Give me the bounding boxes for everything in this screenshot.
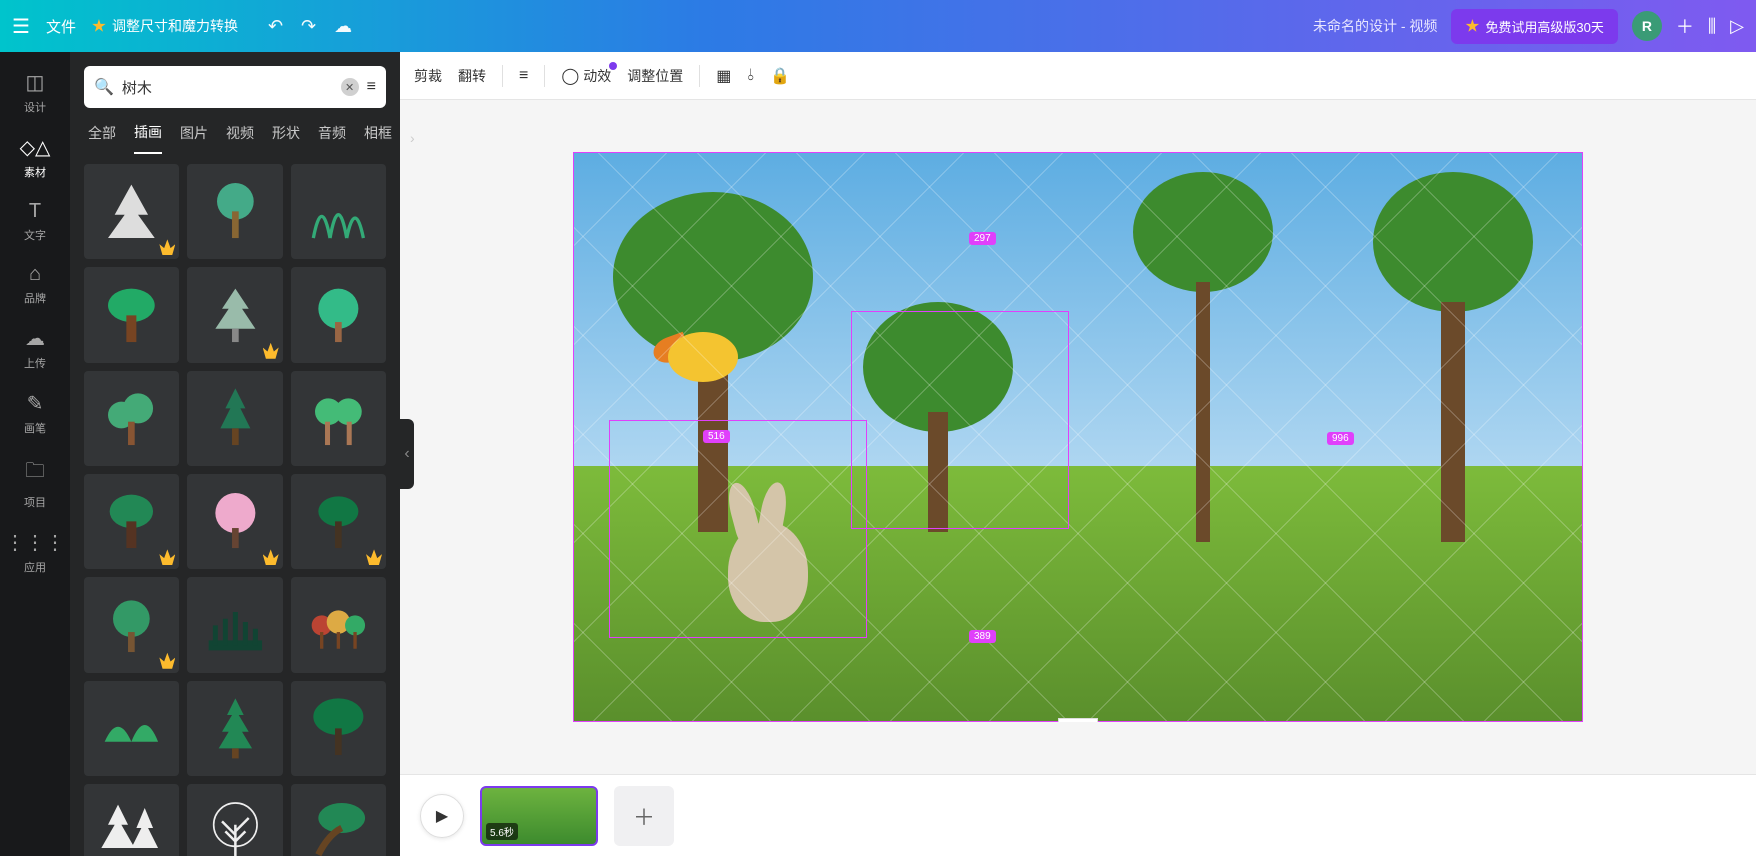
add-page-button[interactable]: ＋ — [614, 786, 674, 846]
asset-tree-item[interactable] — [187, 784, 282, 856]
analytics-icon[interactable]: ⫼ — [1708, 16, 1716, 37]
tab-frame[interactable]: 相框 — [364, 123, 392, 153]
top-navbar: ☰ 文件 调整尺寸和魔力转换 ↶ ↷ ☁ 未命名的设计 - 视频 免费试用高级版… — [0, 0, 1756, 52]
transparency-icon[interactable]: ▦ — [716, 66, 731, 86]
separator — [502, 65, 503, 87]
separator — [544, 65, 545, 87]
template-icon: ◫ — [26, 70, 45, 95]
asset-tree-item[interactable] — [187, 681, 282, 776]
tab-shape[interactable]: 形状 — [272, 123, 300, 153]
expand-pages-icon[interactable]: ⌄ — [1058, 718, 1098, 722]
rail-brand[interactable]: ⌂品牌 — [0, 253, 70, 316]
folder-icon: 🗀 — [25, 456, 45, 490]
upgrade-label: 免费试用高级版30天 — [1485, 17, 1603, 36]
upload-icon: ☁ — [25, 326, 45, 351]
design-title[interactable]: 未命名的设计 - 视频 — [1313, 16, 1437, 36]
rail-apps[interactable]: ⋮⋮⋮应用 — [0, 520, 70, 585]
cloud-sync-icon[interactable]: ☁ — [334, 16, 352, 37]
search-icon: 🔍 — [94, 77, 114, 97]
asset-tree-item[interactable] — [291, 474, 386, 569]
copy-style-icon[interactable]: ⫰ — [747, 67, 754, 85]
separator — [699, 65, 700, 87]
asset-tree-item[interactable] — [84, 164, 179, 259]
search-box: 🔍 ✕ ≡ — [84, 66, 386, 108]
align-icon[interactable]: ≡ — [519, 67, 528, 85]
asset-tree-item[interactable] — [84, 784, 179, 856]
side-panel: 🔍 ✕ ≡ 全部 插画 图片 视频 形状 音频 相框 › ‹ — [70, 52, 400, 856]
brand-icon: ⌂ — [29, 263, 41, 286]
rail-text[interactable]: T文字 — [0, 190, 70, 253]
asset-tree-item[interactable] — [84, 371, 179, 466]
filter-icon[interactable]: ≡ — [367, 78, 376, 96]
asset-tree-item[interactable] — [187, 164, 282, 259]
file-menu[interactable]: 文件 — [46, 16, 76, 37]
effects-icon: ◯ — [561, 66, 579, 86]
asset-tree-item[interactable] — [291, 681, 386, 776]
asset-tree-item[interactable] — [291, 371, 386, 466]
rail-design[interactable]: ◫设计 — [0, 60, 70, 125]
selection-box[interactable] — [609, 420, 867, 638]
asset-tree-item[interactable] — [84, 267, 179, 362]
rail-projects[interactable]: 🗀项目 — [0, 446, 70, 520]
shapes-icon: ◇△ — [20, 135, 51, 160]
crown-icon — [92, 19, 106, 33]
guide-label: 996 — [1327, 432, 1354, 445]
present-icon[interactable]: ▷ — [1730, 16, 1744, 37]
rail-draw[interactable]: ✎画笔 — [0, 381, 70, 446]
canvas[interactable]: 297 516 996 389 ⌄ ▾▴ — [573, 152, 1583, 722]
rail-upload[interactable]: ☁上传 — [0, 316, 70, 381]
tab-illustration[interactable]: 插画 — [134, 122, 162, 154]
tab-video[interactable]: 视频 — [226, 123, 254, 153]
asset-tree-item[interactable] — [84, 577, 179, 672]
left-rail: ◫设计 ◇△素材 T文字 ⌂品牌 ☁上传 ✎画笔 🗀项目 ⋮⋮⋮应用 — [0, 52, 70, 856]
canvas-area: 剪裁 翻转 ≡ ◯ 动效 调整位置 ▦ ⫰ 🔒 — [400, 52, 1756, 856]
undo-icon[interactable]: ↶ — [268, 16, 283, 37]
asset-tree-item[interactable] — [291, 784, 386, 856]
play-button[interactable]: ▶ — [420, 794, 464, 838]
crop-button[interactable]: 剪裁 — [414, 66, 442, 86]
resize-magic-button[interactable]: 调整尺寸和魔力转换 — [92, 16, 238, 36]
guide-label: 389 — [969, 630, 996, 643]
lock-icon[interactable]: 🔒 — [770, 66, 790, 86]
pencil-icon: ✎ — [27, 391, 44, 416]
hamburger-icon[interactable]: ☰ — [12, 14, 30, 39]
user-avatar[interactable]: R — [1632, 11, 1662, 41]
asset-tree-item[interactable] — [291, 267, 386, 362]
selection-box[interactable] — [851, 311, 1069, 529]
position-button[interactable]: 调整位置 — [627, 66, 683, 86]
tab-audio[interactable]: 音频 — [318, 123, 346, 153]
asset-tree-item[interactable] — [187, 577, 282, 672]
asset-grid — [70, 154, 400, 856]
clear-search-icon[interactable]: ✕ — [341, 78, 359, 96]
context-toolbar: 剪裁 翻转 ≡ ◯ 动效 调整位置 ▦ ⫰ 🔒 — [400, 52, 1756, 100]
asset-tree-item[interactable] — [187, 371, 282, 466]
apps-icon: ⋮⋮⋮ — [5, 530, 65, 555]
effects-button[interactable]: ◯ 动效 — [561, 66, 611, 86]
redo-icon[interactable]: ↷ — [301, 16, 316, 37]
page-thumbnail[interactable]: 5.6秒 — [480, 786, 598, 846]
text-icon: T — [29, 200, 41, 223]
guide-label: 297 — [969, 232, 996, 245]
effects-dot-indicator — [609, 62, 617, 70]
asset-tree-item[interactable] — [291, 577, 386, 672]
asset-tree-item[interactable] — [187, 474, 282, 569]
timeline-bar: ▶ 5.6秒 ＋ — [400, 774, 1756, 856]
tab-all[interactable]: 全部 — [88, 123, 116, 153]
add-collaborator-icon[interactable]: ＋ — [1676, 13, 1694, 39]
tab-photo[interactable]: 图片 — [180, 123, 208, 153]
asset-tree-item[interactable] — [84, 474, 179, 569]
rail-elements[interactable]: ◇△素材 — [0, 125, 70, 190]
asset-tree-item[interactable] — [291, 164, 386, 259]
upgrade-button[interactable]: 免费试用高级版30天 — [1451, 9, 1617, 44]
asset-tree-item[interactable] — [84, 681, 179, 776]
category-tabs: 全部 插画 图片 视频 形状 音频 相框 › — [70, 118, 400, 154]
asset-tree-item[interactable] — [187, 267, 282, 362]
duration-label: 5.6秒 — [486, 823, 518, 840]
guide-label: 516 — [703, 430, 730, 443]
crown-icon — [1465, 19, 1479, 33]
search-input[interactable] — [122, 79, 333, 96]
flip-button[interactable]: 翻转 — [458, 66, 486, 86]
resize-label: 调整尺寸和魔力转换 — [112, 16, 238, 36]
